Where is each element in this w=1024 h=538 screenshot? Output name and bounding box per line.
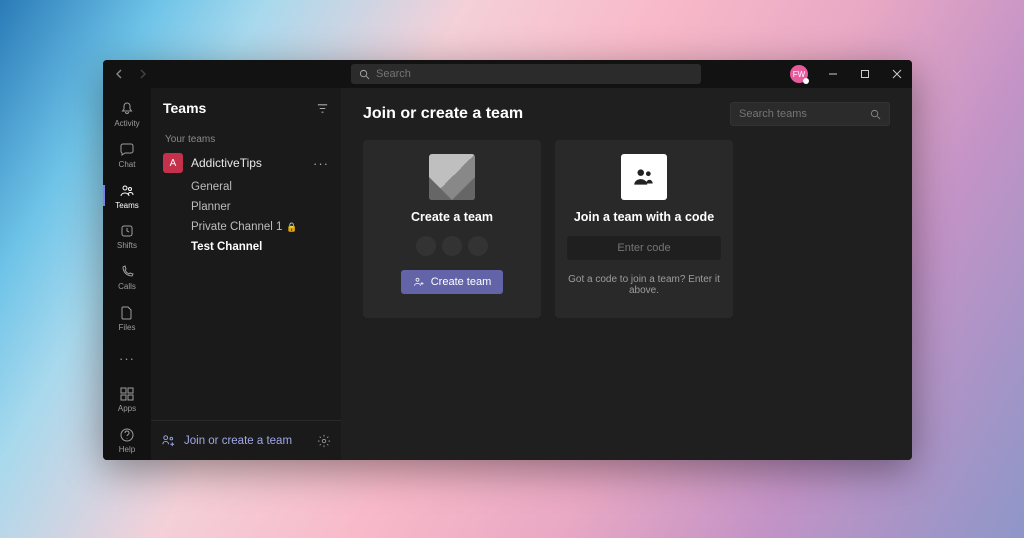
more-icon: ···: [118, 349, 136, 367]
join-create-team-link[interactable]: Join or create a team: [161, 433, 309, 448]
rail-label: Apps: [118, 404, 136, 413]
rail-label: Activity: [114, 119, 139, 128]
sidepanel-footer: Join or create a team: [151, 420, 341, 460]
rail-more[interactable]: ···: [103, 338, 151, 379]
join-team-card: Join a team with a code Got a code to jo…: [555, 140, 733, 318]
create-team-button[interactable]: Create team: [401, 270, 504, 294]
files-icon: [118, 304, 136, 322]
section-label: Your teams: [157, 128, 335, 149]
minimize-button[interactable]: [818, 60, 848, 88]
shifts-icon: [118, 222, 136, 240]
team-row[interactable]: A AddictiveTips ···: [157, 149, 335, 177]
global-search[interactable]: [351, 64, 701, 84]
channel-general[interactable]: General: [157, 177, 335, 197]
nav-arrows: [111, 65, 151, 83]
close-button[interactable]: [882, 60, 912, 88]
rail-help[interactable]: Help: [103, 419, 151, 460]
join-hint: Got a code to join a team? Enter it abov…: [567, 274, 721, 296]
titlebar: FW: [103, 60, 912, 88]
create-team-icon: [413, 276, 425, 288]
rail-label: Help: [119, 445, 135, 454]
teams-sidepanel: Teams Your teams A AddictiveTips ··· Gen…: [151, 88, 341, 460]
create-team-title: Create a team: [411, 210, 493, 224]
search-icon: [359, 69, 370, 80]
team-name: AddictiveTips: [191, 156, 305, 170]
apps-icon: [118, 385, 136, 403]
create-team-card: Create a team Create team: [363, 140, 541, 318]
create-team-button-label: Create team: [431, 276, 492, 288]
settings-button[interactable]: [317, 434, 331, 448]
rail-teams[interactable]: Teams: [103, 175, 151, 216]
chat-icon: [118, 141, 136, 159]
window-body: Activity Chat Teams Shifts Calls Files: [103, 88, 912, 460]
ghost-avatar: [416, 236, 436, 256]
global-search-input[interactable]: [376, 68, 693, 80]
main-header: Join or create a team: [363, 102, 890, 126]
channel-private[interactable]: Private Channel 1🔒: [157, 217, 335, 237]
page-title: Join or create a team: [363, 105, 523, 123]
channel-planner[interactable]: Planner: [157, 197, 335, 217]
rail-label: Chat: [119, 160, 136, 169]
calls-icon: [118, 263, 136, 281]
maximize-button[interactable]: [850, 60, 880, 88]
search-teams-input[interactable]: [739, 108, 864, 120]
filter-button[interactable]: [316, 102, 329, 115]
rail-label: Calls: [118, 282, 136, 291]
rail-calls[interactable]: Calls: [103, 257, 151, 298]
sidepanel-header: Teams: [151, 88, 341, 128]
lock-icon: 🔒: [286, 222, 297, 233]
teams-window: FW Activity Chat Teams: [103, 60, 912, 460]
help-icon: [118, 426, 136, 444]
titlebar-right: FW: [790, 60, 912, 88]
user-avatar[interactable]: FW: [790, 65, 808, 83]
create-team-tile-icon: [429, 154, 475, 200]
search-icon: [870, 109, 881, 120]
rail-shifts[interactable]: Shifts: [103, 216, 151, 257]
join-code-input[interactable]: [567, 236, 721, 260]
rail-files[interactable]: Files: [103, 297, 151, 338]
channel-test[interactable]: Test Channel: [157, 237, 335, 257]
sidepanel-body: Your teams A AddictiveTips ··· General P…: [151, 128, 341, 420]
cards-row: Create a team Create team Jo: [363, 140, 890, 318]
teams-icon: [118, 182, 136, 200]
rail-activity[interactable]: Activity: [103, 94, 151, 135]
join-team-title: Join a team with a code: [574, 210, 714, 224]
bell-icon: [118, 100, 136, 118]
join-team-tile-icon: [621, 154, 667, 200]
rail-label: Files: [119, 323, 136, 332]
sidepanel-title: Teams: [163, 100, 206, 116]
nav-forward-button[interactable]: [133, 65, 151, 83]
ghost-avatar: [442, 236, 462, 256]
join-create-label: Join or create a team: [184, 435, 292, 447]
nav-back-button[interactable]: [111, 65, 129, 83]
nav-rail: Activity Chat Teams Shifts Calls Files: [103, 88, 151, 460]
rail-label: Teams: [115, 201, 139, 210]
teams-add-icon: [161, 433, 176, 448]
rail-apps[interactable]: Apps: [103, 379, 151, 420]
ghost-avatar: [468, 236, 488, 256]
ghost-avatars: [416, 236, 488, 256]
rail-chat[interactable]: Chat: [103, 135, 151, 176]
rail-label: Shifts: [117, 241, 137, 250]
team-more-button[interactable]: ···: [313, 156, 329, 171]
search-teams[interactable]: [730, 102, 890, 126]
team-avatar: A: [163, 153, 183, 173]
main-content: Join or create a team Create a team: [341, 88, 912, 460]
